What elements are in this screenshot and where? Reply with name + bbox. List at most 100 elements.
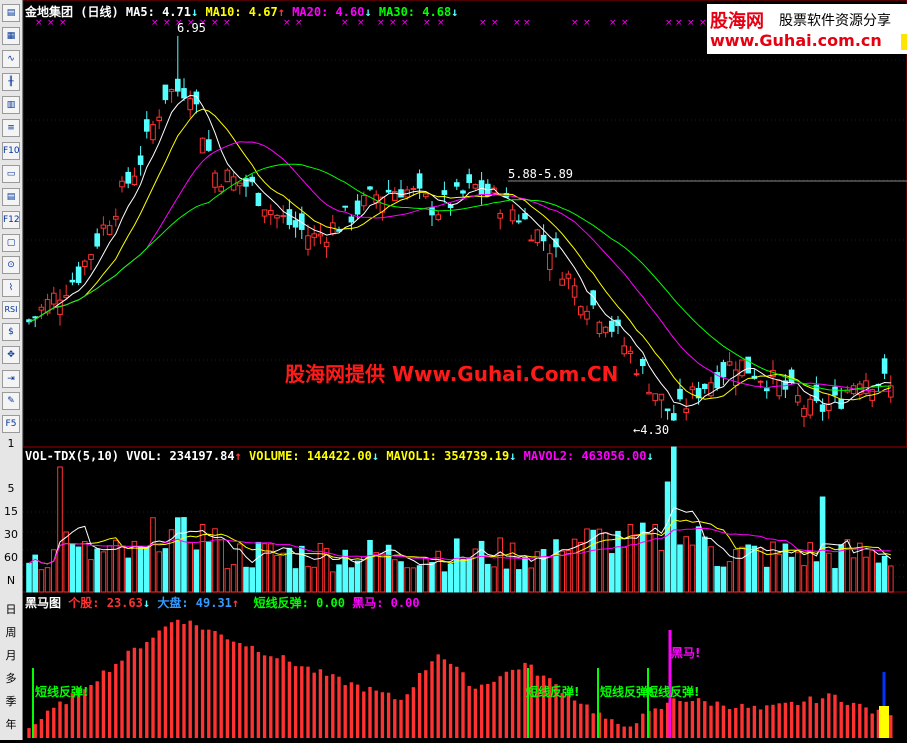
note-icon[interactable]: ▭ [2,165,20,183]
volume-bar [726,561,733,593]
watermark: 股海网提供 Www.Guhai.Com.CN [285,362,619,386]
resistance-label: 5.88-5.89 [508,167,574,181]
period-6[interactable]: 日 [0,601,22,617]
candle-body [776,379,783,397]
move-icon[interactable]: ✥ [2,346,20,364]
candle-body [237,182,243,187]
candle-body [683,408,690,413]
candle-body [497,212,503,219]
period-4[interactable]: 60 [0,551,22,564]
logo-badge [901,34,907,50]
pencil-icon[interactable]: ✎ [2,392,20,410]
volume-title: VOL-TDX(5,10) [25,449,119,463]
candle-body [361,195,367,207]
line-chart-icon[interactable]: ∿ [2,50,20,68]
candle-body [441,190,448,195]
candle-body [162,84,169,101]
volume-bar [485,563,491,593]
period-2[interactable]: 15 [0,505,22,518]
volume-arrow: ↓ [371,449,380,463]
candle-body [739,359,745,377]
candle-body [150,124,156,141]
period-1[interactable]: 5 [0,482,22,495]
logo-brand: 股海网 [710,11,764,32]
grid-icon[interactable]: ▥ [2,96,20,114]
signal-cross: × [665,18,673,28]
volume-bar [144,546,150,593]
candle-body [640,358,646,367]
period-8[interactable]: 月 [0,647,22,663]
volume-bar [689,544,696,593]
candle-body [106,225,113,235]
dollar-icon[interactable]: $ [2,323,20,341]
report-icon[interactable]: ▤ [2,188,20,206]
signal-cross: × [609,18,617,28]
candle-body [658,393,665,401]
low-price-label: ←4.30 [633,423,670,437]
volume-bar [88,559,94,593]
signal-cross: × [675,18,683,28]
ma5-arrow: ↓ [190,5,199,19]
candle-body [571,285,578,298]
candle-body [559,278,566,286]
volume-bar [69,543,76,593]
volume-bar [615,530,621,593]
darkhorse-marker: 黑马! [671,646,701,660]
period-5[interactable]: N [0,574,22,587]
volume-bar [801,565,807,593]
period-0[interactable]: 1 [0,437,22,450]
volume-bar [181,517,187,593]
exit-icon[interactable]: ⇥ [2,370,20,388]
f12-icon[interactable]: F12 [2,211,20,229]
site-logo[interactable]: 股海网 股票软件资源分享 www.Guhai.com.cn [707,4,907,54]
period-3[interactable]: 30 [0,528,22,541]
candle-body [646,391,652,395]
table-icon[interactable]: ▦ [2,27,20,45]
period-7[interactable]: 周 [0,624,22,640]
rsi-icon[interactable]: RSI [2,301,20,319]
f5-icon[interactable]: F5 [2,415,20,433]
candle-body [261,209,268,217]
list-icon[interactable]: ▤ [2,4,20,22]
volume-bar [137,546,144,593]
ma5-label: MA5: [125,5,155,19]
candle-body [788,369,795,384]
darkhorse-label: 黑马: [352,596,384,610]
candle-body [602,326,609,334]
candle-body [187,98,193,111]
volume-bar [224,568,231,593]
period-11[interactable]: 年 [0,716,22,732]
period-9[interactable]: 多 [0,670,22,686]
period-10[interactable]: 季 [0,693,22,709]
window-icon[interactable]: ▢ [2,234,20,252]
candle-body [354,200,361,215]
candle-body [565,273,572,279]
volume-bar [193,549,200,593]
mavol1-value: 354739.19 [444,449,510,463]
candle-body [100,224,107,229]
chart-area[interactable]: × × × × × × × × × × × × × × × × × × × × × × × × × × × × × × × 金地集团 (日线… [22,0,907,743]
volume-bar [379,553,386,593]
volume-bar [162,548,169,593]
search-icon[interactable]: ⊙ [2,256,20,274]
market-value: 49.31 [195,596,232,610]
volume-bar [156,551,162,593]
volume-bar [57,466,63,593]
candle-body [286,209,293,225]
index-icon[interactable]: ⌇ [2,279,20,297]
candle-body [664,408,671,412]
f10-icon[interactable]: F10 [2,142,20,160]
candle-body [590,290,597,306]
candle-body [175,78,181,92]
text-icon[interactable]: ≡ [2,119,20,137]
candle-body [621,345,628,355]
stock-value: 23.63 [106,596,143,610]
volume-bar [646,532,652,593]
kline-icon[interactable]: ╫ [2,73,20,91]
candle-body [528,239,534,242]
volume-bar [416,565,423,593]
candle-body [82,260,88,268]
rebound-label: 短线反弹: [253,596,309,610]
volume-bar [441,571,448,593]
volume-bar [38,569,45,593]
